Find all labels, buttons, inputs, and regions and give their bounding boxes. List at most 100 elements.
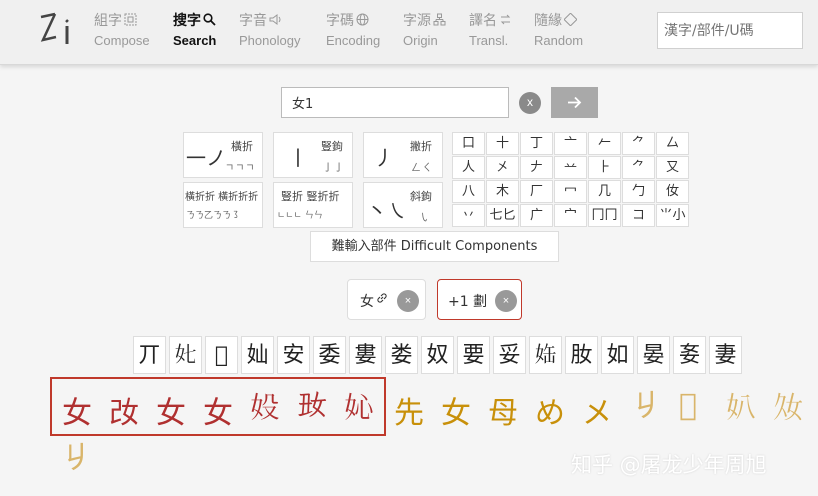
stroke-hengzhezhe-label: 橫折折 橫折折折 — [185, 192, 259, 203]
component-cell[interactable]: 㐅 — [486, 156, 519, 179]
component-cell[interactable]: 木 — [486, 180, 519, 203]
variant-glyph[interactable]: 𠂈 — [62, 440, 92, 476]
nav-transl-label: 譯名 — [469, 13, 497, 29]
variant-glyph[interactable]: 𡚽 — [297, 388, 327, 423]
stroke-shuzhe[interactable]: 豎折 豎折折 ㄴㄴㄴ ㄣㄣ — [273, 182, 353, 228]
filter-chip-stroke-count-label: +1 劃 — [448, 294, 488, 310]
variant-glyph[interactable]: 𡚮 — [773, 388, 803, 426]
nav-encoding-en: Encoding — [326, 33, 381, 48]
variant-glyph[interactable]: 女 — [441, 388, 471, 432]
component-cell[interactable]: 冂冂 — [588, 204, 621, 227]
stroke-xiegou-label: 斜鉤 — [410, 190, 432, 203]
stroke-hengzhe[interactable]: 一ノ 橫折 ㄱㄱㄱ — [183, 132, 263, 178]
result-char[interactable]: 娄 — [385, 336, 418, 374]
result-char[interactable]: 肗 — [565, 336, 598, 374]
component-cell[interactable]: 冖 — [554, 180, 587, 203]
variant-glyph[interactable]: 𡚬 — [679, 388, 697, 423]
component-cell[interactable]: 七匕 — [486, 204, 519, 227]
result-char[interactable]: 如 — [601, 336, 634, 374]
result-char[interactable]: 奴 — [421, 336, 454, 374]
result-char[interactable]: 安 — [277, 336, 310, 374]
remove-filter-component-button[interactable]: × — [397, 290, 419, 312]
variant-glyph[interactable]: 妀 — [109, 388, 139, 432]
globe-icon — [356, 13, 369, 26]
variant-glyph[interactable]: メ — [582, 388, 612, 432]
result-char[interactable]: 𡜊 — [529, 336, 562, 374]
nav-random-label: 隨緣 — [534, 13, 562, 29]
component-cell[interactable]: 厂 — [520, 180, 553, 203]
result-char[interactable]: 妥 — [493, 336, 526, 374]
result-char[interactable]: 𡛊 — [205, 336, 238, 374]
variant-glyph[interactable]: 女 — [156, 388, 186, 432]
result-char[interactable]: 㚣 — [673, 336, 706, 374]
result-char[interactable]: 妻 — [709, 336, 742, 374]
stroke-piezhe-sub: ㄥㄑ — [411, 163, 433, 174]
component-cell[interactable]: 亠 — [554, 132, 587, 155]
component-cell[interactable]: 十 — [486, 132, 519, 155]
variant-glyph[interactable]: 𡚾 — [250, 388, 280, 426]
component-cell[interactable]: ⺊ — [588, 156, 621, 179]
result-char[interactable]: 要 — [457, 336, 490, 374]
component-cell[interactable]: 㚢 — [656, 180, 689, 203]
result-char[interactable]: 婁 — [349, 336, 382, 374]
component-cell[interactable]: ⺌小 — [656, 204, 689, 227]
nav-origin[interactable]: 字源 Origin — [403, 11, 446, 51]
filter-chip-stroke-count[interactable]: +1 劃 × — [437, 279, 522, 320]
nav-transl[interactable]: 譯名 Transl. — [469, 11, 512, 51]
component-cell[interactable]: 丷 — [452, 204, 485, 227]
link-icon — [376, 292, 388, 307]
component-cell[interactable]: コ — [622, 204, 655, 227]
variant-glyph[interactable]: 𠂈 — [632, 388, 662, 424]
arrow-right-icon — [568, 96, 582, 109]
component-cell[interactable]: 又 — [656, 156, 689, 179]
component-cell[interactable]: 勹 — [622, 180, 655, 203]
filter-chip-component[interactable]: 女 × — [347, 279, 426, 320]
nav-encoding[interactable]: 字碼 Encoding — [326, 11, 380, 51]
result-char[interactable]: 奾 — [241, 336, 274, 374]
result-char[interactable]: 𡚨 — [169, 336, 202, 374]
result-char[interactable]: 丌 — [133, 336, 166, 374]
component-cell[interactable]: ⺈ — [622, 132, 655, 155]
component-cell[interactable]: 八 — [452, 180, 485, 203]
stroke-xiegou[interactable]: 丶㇏ 斜鉤 ㇂ — [363, 182, 443, 228]
variant-glyph[interactable]: 先 — [394, 388, 424, 432]
variant-glyph[interactable]: 𡚿 — [344, 388, 374, 426]
stroke-shugou-label: 豎鉤 — [321, 140, 343, 153]
stroke-hengzhezhe[interactable]: 橫折折 橫折折折 ㄋㄋ乙ㄋㄋ㇌ — [183, 182, 263, 228]
difficult-components-button[interactable]: 難輸入部件 Difficult Components — [310, 231, 559, 262]
nav-phonology[interactable]: 字音 Phonology — [239, 11, 300, 51]
variant-glyph[interactable]: 女 — [62, 388, 92, 432]
variant-glyph[interactable]: 女 — [203, 388, 233, 432]
zi-logo-icon[interactable] — [38, 10, 78, 50]
variant-glyph[interactable]: め — [535, 388, 565, 432]
go-button[interactable] — [551, 87, 598, 118]
nav-random[interactable]: 隨緣 Random — [534, 11, 583, 51]
component-cell[interactable]: 广 — [520, 204, 553, 227]
nav-search[interactable]: 搜字 Search — [173, 11, 216, 51]
variant-glyph[interactable]: 𡚭 — [726, 388, 756, 426]
component-cell[interactable]: 丁 — [520, 132, 553, 155]
query-input[interactable] — [281, 87, 509, 118]
nav-compose[interactable]: 組字 Compose — [94, 11, 150, 51]
component-cell[interactable]: 人 — [452, 156, 485, 179]
component-cell[interactable]: ⺈ — [622, 156, 655, 179]
nav-origin-en: Origin — [403, 33, 438, 48]
result-char[interactable]: 委 — [313, 336, 346, 374]
clear-query-button[interactable]: x — [519, 92, 541, 114]
variant-glyph[interactable]: 母 — [488, 388, 518, 432]
component-cell[interactable]: 厶 — [656, 132, 689, 155]
component-cell[interactable]: 𠂇 — [520, 156, 553, 179]
component-cell[interactable]: 几 — [588, 180, 621, 203]
component-cell[interactable]: 䒑 — [554, 156, 587, 179]
nav-transl-en: Transl. — [469, 33, 509, 48]
result-char[interactable]: 晏 — [637, 336, 670, 374]
stroke-xiegou-glyph: 丶㇏ — [367, 199, 407, 223]
stroke-piezhe[interactable]: 丿 撇折 ㄥㄑ — [363, 132, 443, 178]
component-cell[interactable]: 𠂉 — [588, 132, 621, 155]
stroke-shugou[interactable]: 丨 豎鉤 亅亅 — [273, 132, 353, 178]
component-cell[interactable]: 宀 — [554, 204, 587, 227]
component-cell[interactable]: 口 — [452, 132, 485, 155]
remove-filter-stroke-count-button[interactable]: × — [495, 290, 517, 312]
top-search-input[interactable] — [657, 12, 803, 49]
stroke-shuzhe-sub: ㄴㄴㄴ ㄣㄣ — [277, 211, 323, 221]
